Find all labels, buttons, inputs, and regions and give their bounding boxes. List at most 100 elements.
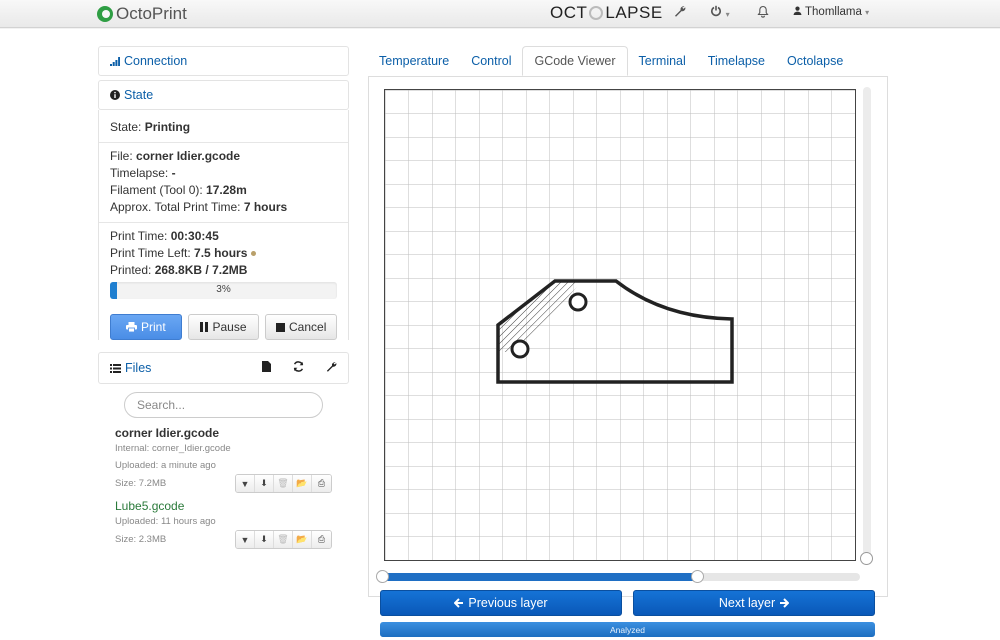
user-name: Thomllama (805, 6, 862, 18)
tab-control[interactable]: Control (460, 46, 522, 76)
print-controls: Print Pause Cancel (110, 314, 338, 340)
octoprint-brand[interactable]: OctoPrint (97, 4, 187, 24)
chevron-down-icon[interactable]: ▼ (236, 531, 255, 548)
analysis-status-bar: Analyzed (380, 622, 875, 637)
filament-line: Filament (Tool 0): 17.28m (110, 182, 337, 199)
layer-slider[interactable] (376, 570, 860, 583)
info-icon (110, 90, 120, 100)
chevron-down-icon[interactable]: ▼ (236, 475, 255, 492)
trash-icon[interactable]: 🗑 (274, 475, 293, 492)
printed-line: Printed: 268.8KB / 7.2MB (110, 262, 337, 279)
tab-octolapse[interactable]: Octolapse (776, 46, 854, 76)
pause-button[interactable]: Pause (187, 314, 260, 340)
total-time-value: 7 hours (243, 200, 288, 214)
file-search-input[interactable]: Search... (124, 392, 323, 418)
files-header: Files (98, 352, 349, 384)
progress-label: 3% (216, 284, 231, 295)
mounting-hole (568, 292, 588, 312)
time-left-key: Print Time Left: (110, 246, 191, 260)
file-name[interactable]: Lube5.gcode (115, 499, 332, 513)
octolapse-logo[interactable]: OCT LAPSE (550, 3, 663, 23)
print-icon (125, 322, 137, 332)
print-time-key: Print Time: (110, 229, 168, 243)
file-value: corner Idier.gcode (136, 149, 241, 163)
filament-key: Filament (Tool 0): (110, 183, 203, 197)
layer-slider-start-handle[interactable] (376, 570, 389, 583)
total-time-key: Approx. Total Print Time: (110, 200, 241, 214)
next-layer-button[interactable]: Next layer (633, 590, 875, 616)
print-button[interactable]: Print (110, 314, 182, 340)
file-uploaded: Uploaded: 11 hours ago (115, 516, 216, 527)
previous-layer-button[interactable]: Previous layer (380, 590, 622, 616)
grid (385, 90, 855, 560)
download-icon[interactable]: ⬇ (255, 531, 274, 548)
bell-icon[interactable] (757, 5, 769, 21)
printed-value: 268.8KB / 7.2MB (154, 263, 248, 277)
file-item[interactable]: Lube5.gcode Uploaded: 11 hours ago Size:… (115, 499, 332, 549)
state-line: State: Printing (110, 110, 337, 136)
state-header[interactable]: State (98, 80, 349, 110)
navbar: OctoPrint OCT LAPSE ▾ Thomllama ▾ (0, 0, 1000, 28)
folder-open-icon[interactable]: 📂 (293, 531, 312, 548)
refresh-icon[interactable] (293, 361, 304, 375)
download-icon[interactable]: ⬇ (255, 475, 274, 492)
arrow-right-icon (780, 598, 790, 608)
timelapse-line: Timelapse: - (110, 165, 337, 182)
connection-header[interactable]: Connection (98, 46, 349, 76)
files-label: Files (125, 361, 152, 375)
connection-label: Connection (124, 54, 188, 68)
file-size: Size: 2.3MB (115, 534, 167, 545)
tab-temperature[interactable]: Temperature (368, 46, 460, 76)
chevron-down-icon: ▾ (865, 8, 870, 17)
file-item[interactable]: corner Idier.gcode Internal: corner_Idie… (115, 426, 332, 493)
signal-icon (110, 56, 120, 66)
estimate-dot-icon (250, 251, 256, 257)
wrench-icon[interactable] (326, 361, 337, 375)
tab-terminal[interactable]: Terminal (628, 46, 697, 76)
pause-icon (200, 322, 209, 332)
gcode-render (385, 90, 855, 560)
zoom-slider[interactable] (860, 87, 873, 565)
cancel-button[interactable]: Cancel (265, 314, 338, 340)
list-icon (110, 363, 121, 373)
tab-timelapse[interactable]: Timelapse (697, 46, 776, 76)
new-file-icon[interactable] (262, 361, 271, 375)
file-name[interactable]: corner Idier.gcode (115, 426, 332, 440)
user-icon (793, 6, 802, 15)
layer-slider-fill (380, 573, 697, 581)
user-menu[interactable]: Thomllama ▾ (793, 6, 869, 18)
state-label: State (124, 88, 154, 102)
print-time-line: Print Time: 00:30:45 (110, 228, 337, 245)
sidebar: Connection State State: Printing File: c… (98, 46, 349, 549)
print-progress-bar: 3% (110, 282, 337, 299)
wrench-icon[interactable] (674, 5, 686, 20)
print-icon[interactable]: ⎙ (312, 531, 331, 548)
file-line: File: corner Idier.gcode (110, 148, 337, 165)
zoom-slider-handle[interactable] (860, 552, 873, 565)
file-actions: ▼ ⬇ 🗑 📂 ⎙ (235, 474, 332, 493)
layer-slider-handle[interactable] (690, 570, 704, 583)
trash-icon[interactable]: 🗑 (274, 531, 293, 548)
power-icon[interactable]: ▾ (710, 5, 730, 20)
print-time-value: 00:30:45 (170, 229, 219, 243)
file-key: File: (110, 149, 133, 163)
octoprint-logo-icon (97, 6, 113, 22)
print-icon[interactable]: ⎙ (312, 475, 331, 492)
stop-icon (276, 322, 285, 332)
chevron-down-icon: ▾ (725, 10, 730, 19)
total-time-line: Approx. Total Print Time: 7 hours (110, 199, 337, 216)
files-title[interactable]: Files (110, 361, 240, 375)
tab-gcode-viewer[interactable]: GCode Viewer (522, 46, 628, 76)
main-tabs: Temperature Control GCode Viewer Termina… (368, 46, 854, 76)
octolapse-logo-right: LAPSE (605, 3, 663, 22)
time-left-value: 7.5 hours (194, 246, 248, 260)
next-layer-label: Next layer (718, 596, 776, 610)
state-value: Printing (144, 120, 191, 134)
mounting-hole (510, 339, 530, 359)
divider (99, 142, 348, 143)
arrow-left-icon (454, 598, 464, 608)
printed-key: Printed: (110, 263, 152, 277)
folder-open-icon[interactable]: 📂 (293, 475, 312, 492)
gcode-canvas[interactable] (384, 89, 856, 561)
file-size: Size: 7.2MB (115, 478, 167, 489)
